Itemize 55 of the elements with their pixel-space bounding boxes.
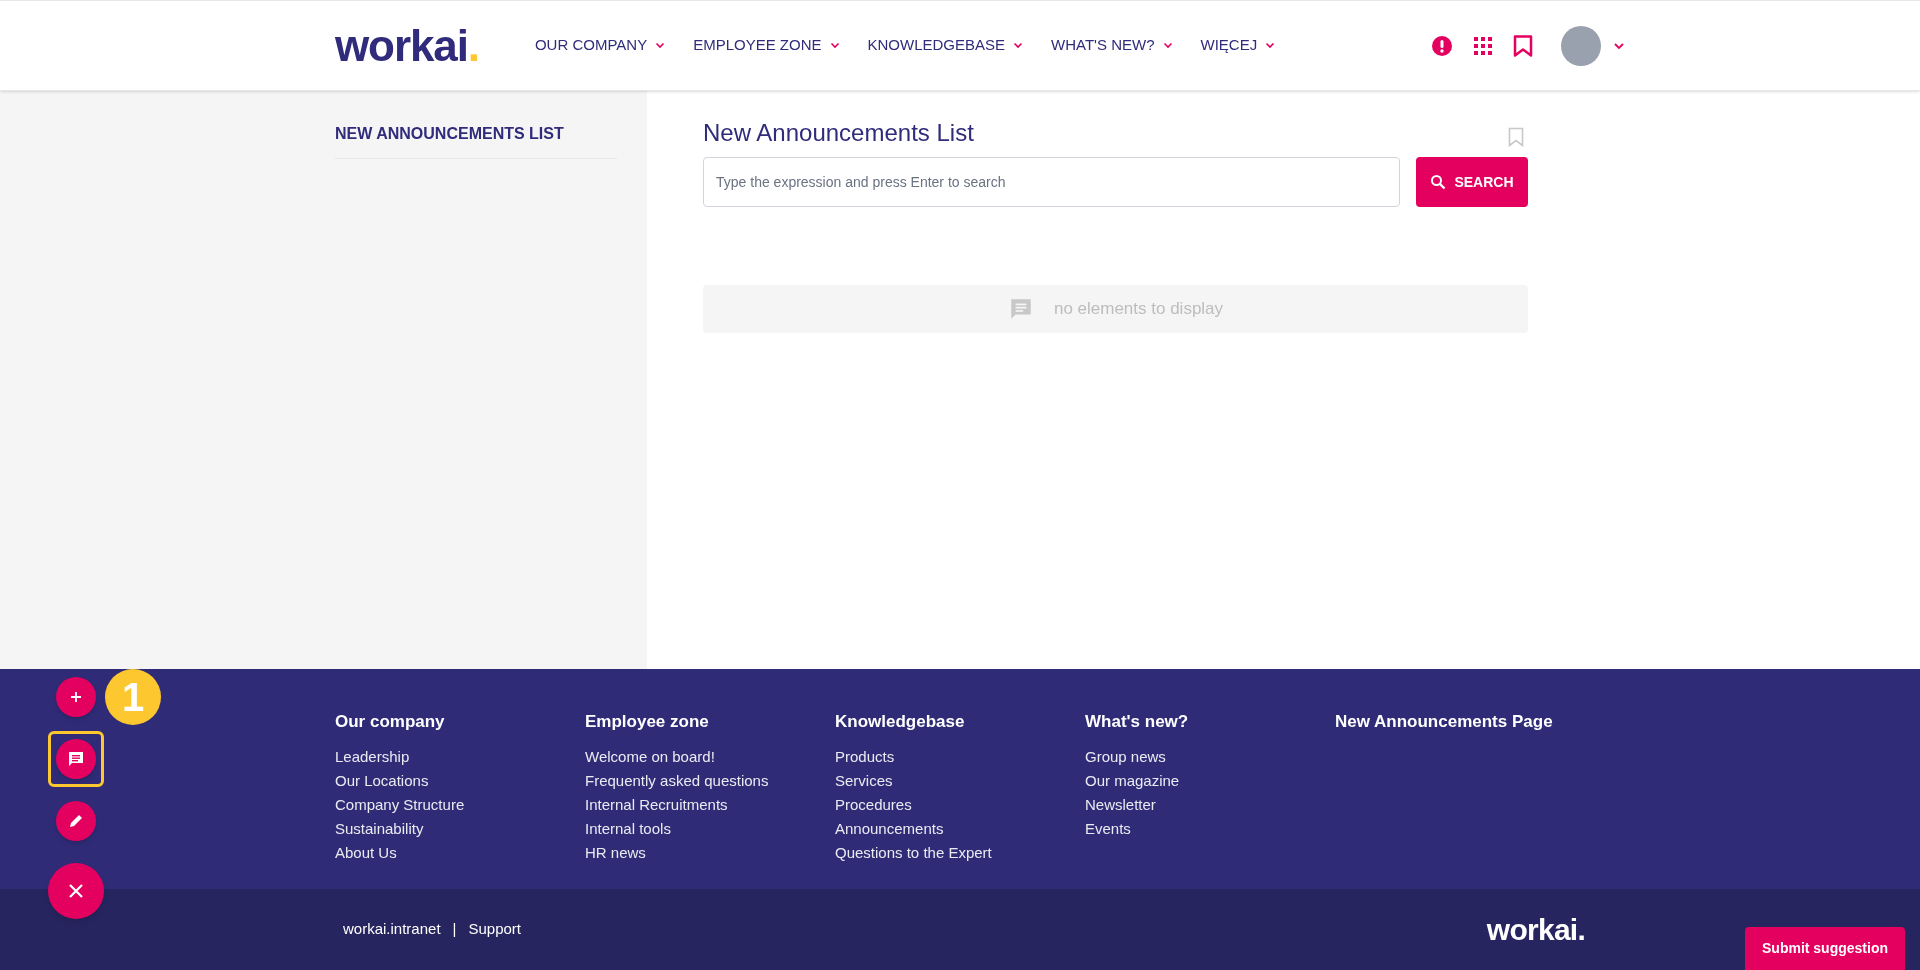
footer-link[interactable]: Internal Recruitments [585, 792, 728, 817]
footer-logo[interactable]: workai. [1486, 914, 1585, 945]
separator: | [452, 919, 457, 940]
chevron-down-icon [1013, 42, 1024, 49]
page-title: New Announcements List [703, 118, 974, 148]
footer-heading: Our company [335, 711, 446, 733]
footer-link[interactable]: Internal tools [585, 816, 671, 841]
footer-link[interactable]: Leadership [335, 744, 410, 769]
close-icon [67, 882, 85, 900]
chevron-down-icon[interactable] [1613, 41, 1625, 50]
footer-link[interactable]: Company Structure [335, 792, 465, 817]
footer-link[interactable]: Newsletter [1085, 792, 1156, 817]
search-button[interactable]: SEARCH [1416, 157, 1528, 207]
bookmark-icon[interactable] [1513, 34, 1533, 57]
footer-link[interactable]: Sustainability [335, 816, 424, 841]
nav-link[interactable]: WHAT'S NEW? [1051, 34, 1173, 57]
footer-link[interactable]: Our Locations [335, 768, 429, 793]
footer-link[interactable]: Frequently asked questions [585, 768, 769, 793]
footer-heading: Knowledgebase [835, 711, 966, 733]
nav-link[interactable]: KNOWLEDGEBASE [867, 34, 1024, 57]
footer-link[interactable]: Procedures [835, 792, 912, 817]
footer-link[interactable]: Welcome on board! [585, 744, 715, 769]
footer-link[interactable]: Questions to the Expert [835, 840, 992, 865]
footer-heading: What's new? [1085, 711, 1190, 733]
search-icon [1430, 174, 1447, 190]
nav-link[interactable]: OUR COMPANY [534, 34, 666, 57]
comment-icon [67, 750, 85, 768]
nav-link[interactable]: WIĘCEJ [1200, 34, 1276, 57]
empty-message: no elements to display [1053, 298, 1224, 321]
sidebar-title[interactable]: NEW ANNOUNCEMENTS LIST [335, 122, 617, 159]
footer-link[interactable]: Our magazine [1085, 768, 1180, 793]
chevron-down-icon [829, 42, 840, 49]
search-field[interactable]: Type the expression and press Enter to search [703, 157, 1400, 207]
nav-link[interactable]: EMPLOYEE ZONE [693, 34, 840, 57]
footer-link[interactable]: Services [835, 768, 893, 793]
footer-link[interactable]: workai.intranet [343, 918, 441, 941]
footer-link[interactable]: Announcements [835, 816, 944, 841]
apps-grid-icon[interactable] [1473, 35, 1493, 56]
footer-heading: New Announcements Page [1335, 711, 1554, 733]
footer-link[interactable]: Events [1085, 816, 1131, 841]
footer-link[interactable]: Products [835, 744, 895, 769]
logo[interactable]: workai. [335, 23, 479, 68]
footer-link[interactable]: Support [468, 918, 521, 941]
chevron-down-icon [1265, 42, 1276, 49]
chevron-down-icon [655, 42, 666, 49]
pencil-icon [67, 812, 85, 830]
footer-link[interactable]: Group news [1085, 744, 1166, 769]
footer-heading: Employee zone [585, 711, 710, 733]
avatar[interactable] [1561, 25, 1601, 66]
footer-link[interactable]: HR news [585, 840, 646, 865]
chevron-down-icon [1162, 42, 1173, 49]
footer-link[interactable]: About Us [335, 840, 397, 865]
submit-suggestion-button[interactable]: Submit suggestion [1745, 927, 1905, 970]
alert-icon[interactable] [1431, 34, 1453, 57]
plus-icon [68, 689, 84, 705]
